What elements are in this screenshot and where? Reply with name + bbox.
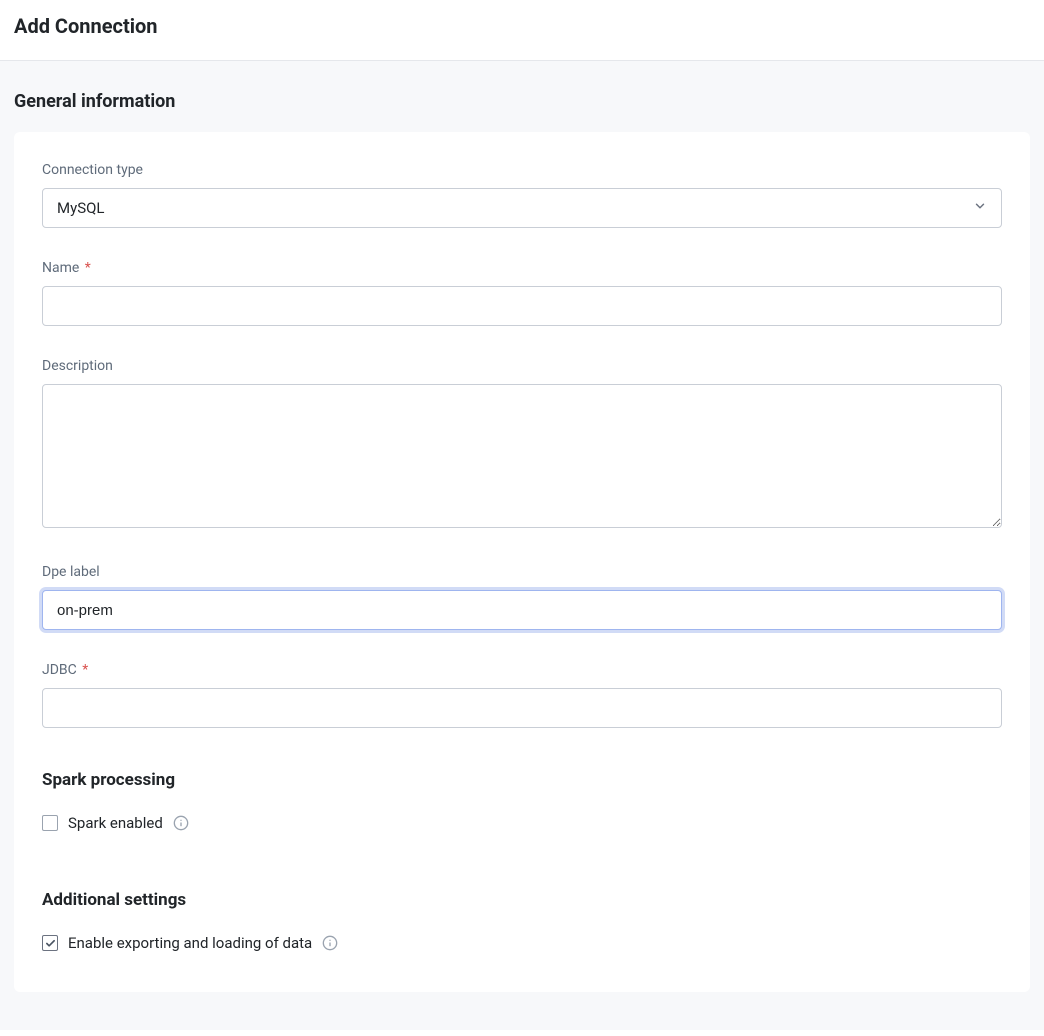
enable-export-label: Enable exporting and loading of data: [68, 934, 312, 952]
description-textarea[interactable]: [42, 384, 1002, 528]
description-label: Description: [42, 358, 1002, 374]
jdbc-label: JDBC *: [42, 662, 1002, 678]
connection-type-select[interactable]: MySQL: [42, 188, 1002, 228]
additional-section: Additional settings Enable exporting and…: [42, 890, 1002, 952]
connection-type-value: MySQL: [57, 199, 105, 217]
spark-enabled-label: Spark enabled: [68, 814, 163, 832]
jdbc-label-text: JDBC: [42, 662, 77, 678]
dpe-label-label: Dpe label: [42, 564, 1002, 580]
spark-enabled-checkbox[interactable]: [42, 815, 58, 831]
additional-heading: Additional settings: [42, 890, 1002, 910]
general-info-heading: General information: [14, 61, 1030, 132]
enable-export-checkbox[interactable]: [42, 935, 58, 951]
name-label: Name *: [42, 260, 1002, 276]
spark-section: Spark processing Spark enabled: [42, 770, 1002, 832]
jdbc-input[interactable]: [42, 688, 1002, 728]
dpe-label-input[interactable]: [42, 590, 1002, 630]
spark-heading: Spark processing: [42, 770, 1002, 790]
page-title: Add Connection: [14, 14, 1030, 38]
description-group: Description: [42, 358, 1002, 532]
connection-type-label: Connection type: [42, 162, 1002, 178]
name-group: Name *: [42, 260, 1002, 326]
dpe-label-group: Dpe label: [42, 564, 1002, 630]
general-info-card: Connection type MySQL Name * Description: [14, 132, 1030, 992]
required-mark: *: [85, 260, 91, 276]
info-icon[interactable]: [322, 935, 338, 951]
info-icon[interactable]: [173, 815, 189, 831]
name-input[interactable]: [42, 286, 1002, 326]
name-label-text: Name: [42, 260, 79, 276]
jdbc-group: JDBC *: [42, 662, 1002, 728]
connection-type-group: Connection type MySQL: [42, 162, 1002, 228]
required-mark: *: [82, 662, 88, 678]
chevron-down-icon: [973, 199, 987, 217]
